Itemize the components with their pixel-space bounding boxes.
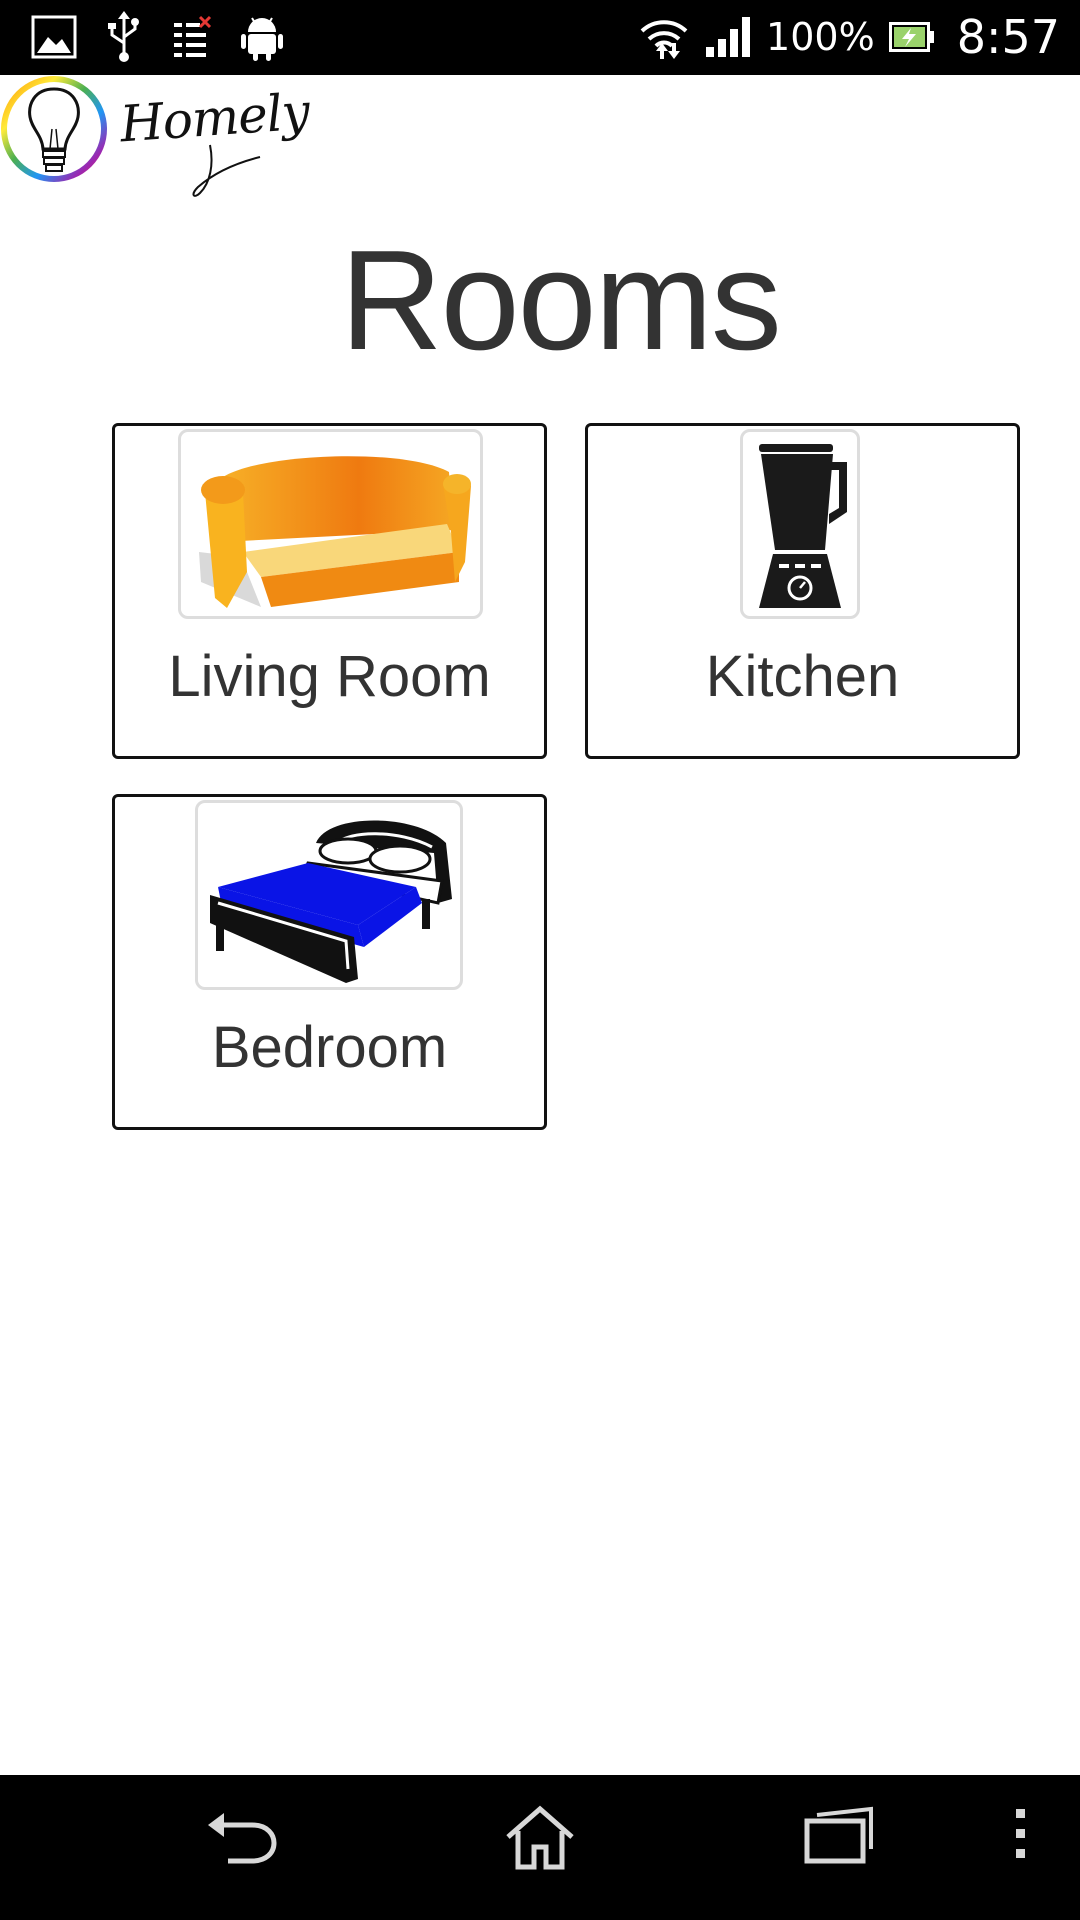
lightbulb-logo-icon bbox=[0, 75, 112, 192]
clock: 8:57 bbox=[956, 10, 1060, 64]
logo-swoosh-icon bbox=[170, 135, 270, 210]
room-label: Living Room bbox=[168, 644, 491, 709]
back-icon[interactable] bbox=[204, 1805, 278, 1865]
room-thumbnail bbox=[195, 800, 463, 990]
sync-error-icon bbox=[170, 15, 214, 59]
system-icons: 100% 8:57 bbox=[638, 8, 1060, 66]
blender-icon bbox=[759, 444, 847, 608]
usb-icon bbox=[104, 11, 144, 63]
room-label: Kitchen bbox=[705, 644, 900, 709]
room-card-living-room[interactable]: Living Room bbox=[112, 423, 547, 759]
room-label: Bedroom bbox=[211, 1015, 448, 1080]
bed-icon bbox=[210, 820, 452, 983]
navigation-bar bbox=[0, 1775, 1080, 1920]
android-icon bbox=[240, 12, 284, 62]
notification-icons bbox=[30, 11, 284, 63]
battery-percentage: 100% bbox=[766, 15, 875, 59]
app-logo: Homely bbox=[0, 75, 311, 205]
page-title: Rooms bbox=[340, 221, 782, 380]
home-icon[interactable] bbox=[504, 1805, 576, 1871]
status-bar: 100% 8:57 bbox=[0, 0, 1080, 75]
signal-icon bbox=[704, 15, 752, 59]
wifi-icon bbox=[638, 13, 690, 61]
recents-icon[interactable] bbox=[803, 1805, 875, 1865]
room-thumbnail bbox=[178, 429, 483, 619]
overflow-menu-icon[interactable] bbox=[1010, 1805, 1032, 1865]
gallery-icon bbox=[30, 13, 78, 61]
battery-icon bbox=[888, 22, 935, 52]
room-card-kitchen[interactable]: Kitchen bbox=[585, 423, 1020, 759]
room-thumbnail bbox=[740, 429, 860, 619]
room-card-bedroom[interactable]: Bedroom bbox=[112, 794, 547, 1130]
sofa-icon bbox=[199, 456, 471, 608]
